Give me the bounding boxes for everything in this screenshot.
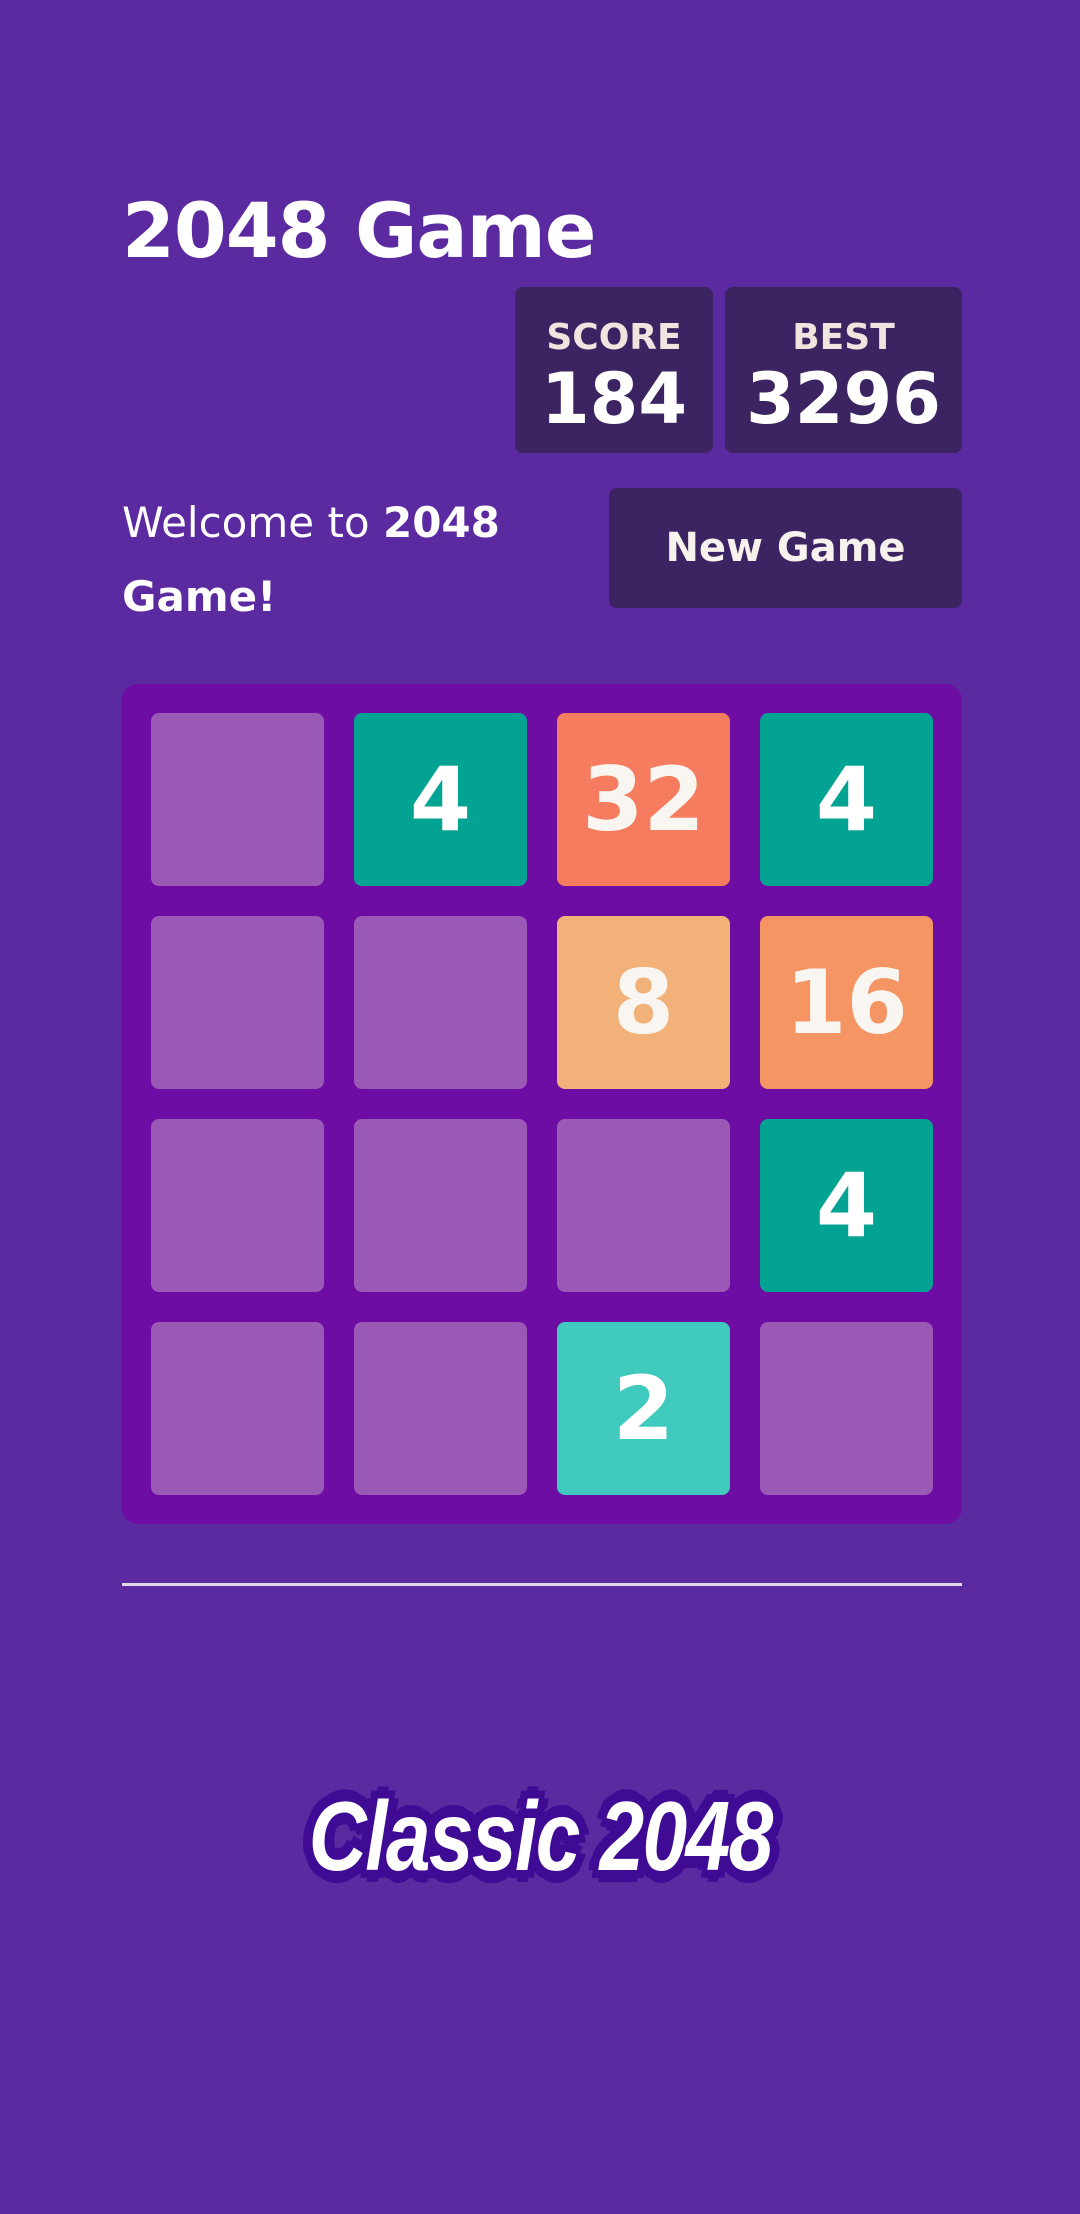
empty-cell — [557, 1119, 730, 1292]
tile-value: 4 — [815, 1154, 878, 1257]
score-box: SCORE 184 — [515, 287, 713, 453]
empty-cell — [354, 916, 527, 1089]
best-score-box: BEST 3296 — [725, 287, 962, 453]
tile-4: 4 — [760, 713, 933, 886]
tile-32: 32 — [557, 713, 730, 886]
tile-4: 4 — [760, 1119, 933, 1292]
tile-2: 2 — [557, 1322, 730, 1495]
empty-cell — [354, 1322, 527, 1495]
empty-cell — [151, 713, 324, 886]
game-board[interactable]: 4 32 4 8 16 4 2 — [122, 684, 962, 1524]
tile-16: 16 — [760, 916, 933, 1089]
tile-8: 8 — [557, 916, 730, 1089]
welcome-prefix: Welcome to — [122, 498, 383, 547]
empty-cell — [354, 1119, 527, 1292]
logo-text: Classic 2048 — [308, 1781, 774, 1891]
empty-cell — [151, 916, 324, 1089]
tile-value: 2 — [612, 1357, 675, 1460]
page-title: 2048 Game — [122, 186, 596, 275]
tile-4: 4 — [354, 713, 527, 886]
tile-value: 32 — [582, 748, 705, 851]
welcome-message: Welcome to 2048 Game! — [122, 486, 522, 634]
best-label: BEST — [792, 317, 895, 358]
score-value: 184 — [540, 358, 688, 440]
tile-value: 16 — [785, 951, 908, 1054]
empty-cell — [151, 1119, 324, 1292]
divider — [122, 1583, 962, 1586]
classic-2048-logo: Classic 2048 — [0, 1780, 1080, 1893]
best-value: 3296 — [746, 358, 941, 440]
empty-cell — [760, 1322, 933, 1495]
new-game-button[interactable]: New Game — [609, 488, 962, 608]
empty-cell — [151, 1322, 324, 1495]
tile-value: 8 — [612, 951, 675, 1054]
score-label: SCORE — [546, 317, 682, 358]
tile-value: 4 — [815, 748, 878, 851]
tile-value: 4 — [409, 748, 472, 851]
